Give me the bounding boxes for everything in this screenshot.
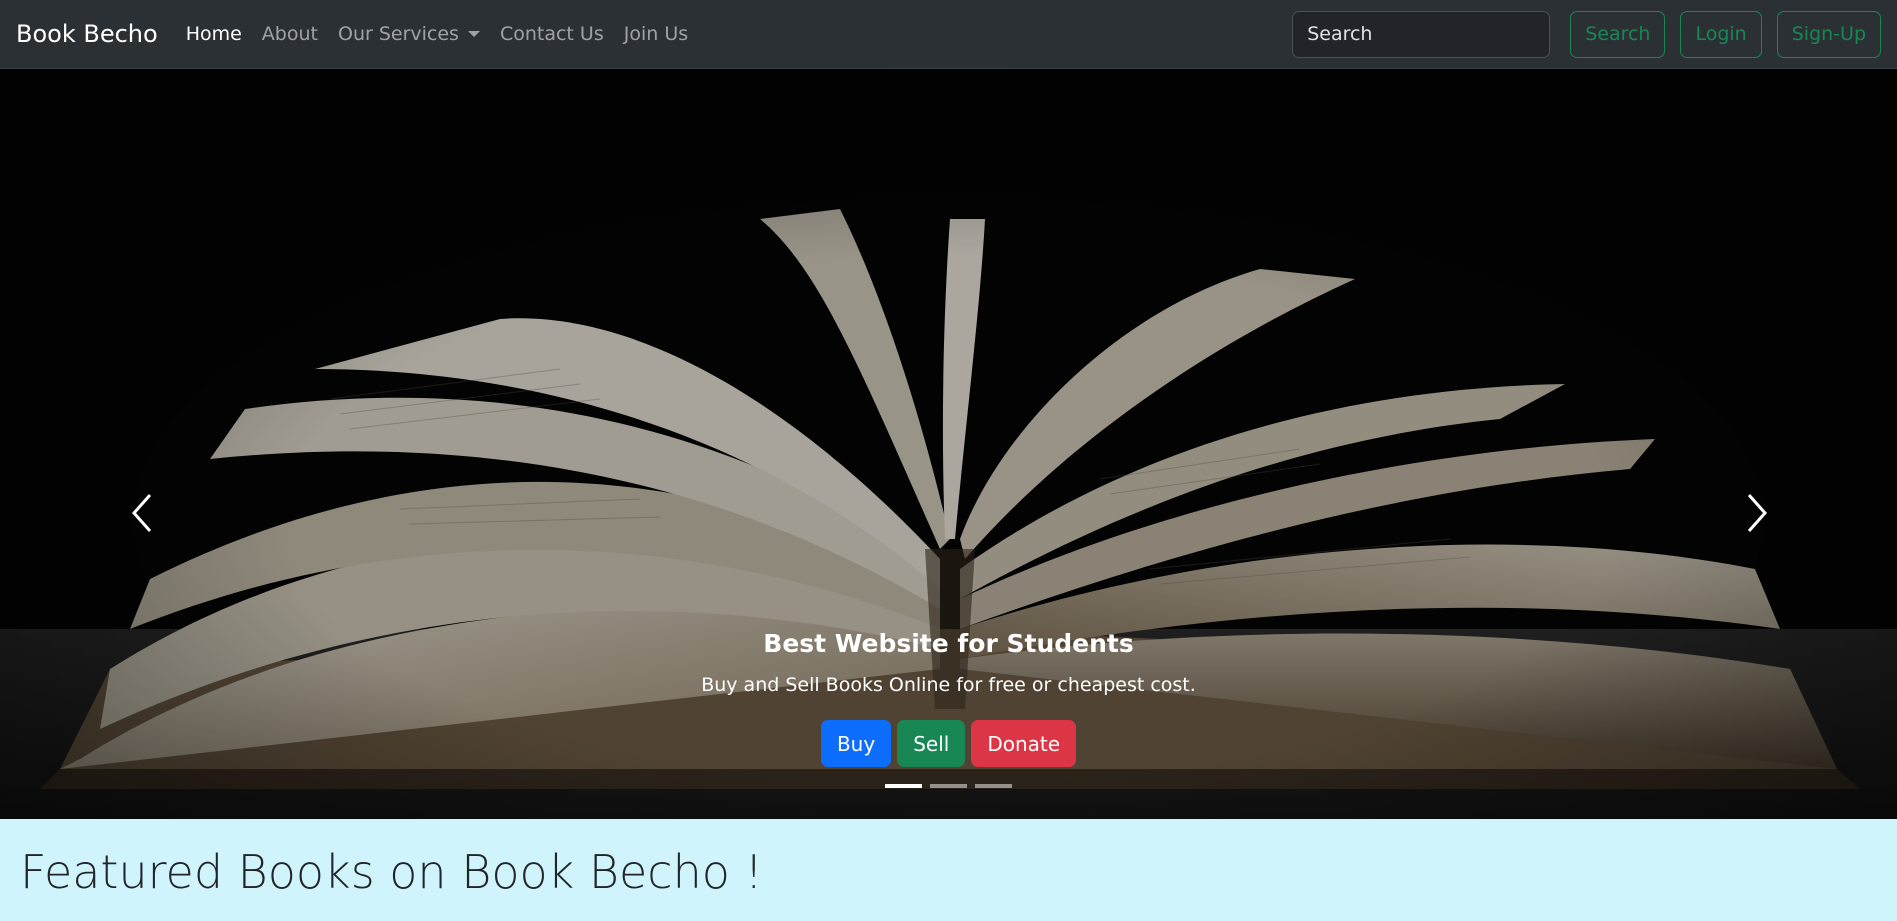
carousel-indicator-2[interactable] [930, 784, 967, 788]
carousel-indicator-3[interactable] [975, 784, 1012, 788]
carousel-indicators [0, 784, 1897, 788]
search-input[interactable] [1292, 10, 1551, 58]
featured-heading: Featured Books on Book Becho ! [20, 845, 763, 899]
carousel-indicator-1[interactable] [885, 784, 922, 788]
cta-button-row: Buy Sell Donate [0, 720, 1897, 767]
nav-link-our-services[interactable]: Our Services [338, 23, 480, 45]
brand-logo[interactable]: Book Becho [16, 20, 158, 48]
nav-link-our-services-label: Our Services [337, 23, 459, 45]
donate-button[interactable]: Donate [971, 720, 1077, 767]
search-button[interactable]: Search [1570, 10, 1666, 58]
nav-actions: Search Login Sign-Up [1292, 10, 1881, 58]
login-button[interactable]: Login [1680, 10, 1762, 58]
caret-down-icon [467, 31, 480, 37]
nav-link-join-us[interactable]: Join Us [624, 23, 688, 45]
nav-link-about[interactable]: About [262, 23, 318, 45]
nav-link-contact-us[interactable]: Contact Us [500, 23, 604, 45]
caption-text: Buy and Sell Books Online for free or ch… [701, 674, 1196, 696]
featured-section: Featured Books on Book Becho ! [0, 819, 1897, 921]
buy-button[interactable]: Buy [820, 720, 892, 767]
nav-link-home[interactable]: Home [186, 23, 242, 45]
hero-carousel: Best Website for Students Buy and Sell B… [0, 69, 1897, 819]
nav-links: Home About Our Services Contact Us Join … [186, 23, 708, 45]
chevron-left-icon[interactable] [122, 489, 162, 537]
caption-title: Best Website for Students [763, 629, 1134, 658]
sell-button[interactable]: Sell [897, 720, 966, 767]
chevron-right-icon[interactable] [1737, 489, 1777, 537]
carousel-caption: Best Website for Students Buy and Sell B… [0, 629, 1897, 767]
navbar: Book Becho Home About Our Services Conta… [0, 0, 1897, 69]
signup-button[interactable]: Sign-Up [1776, 10, 1881, 58]
